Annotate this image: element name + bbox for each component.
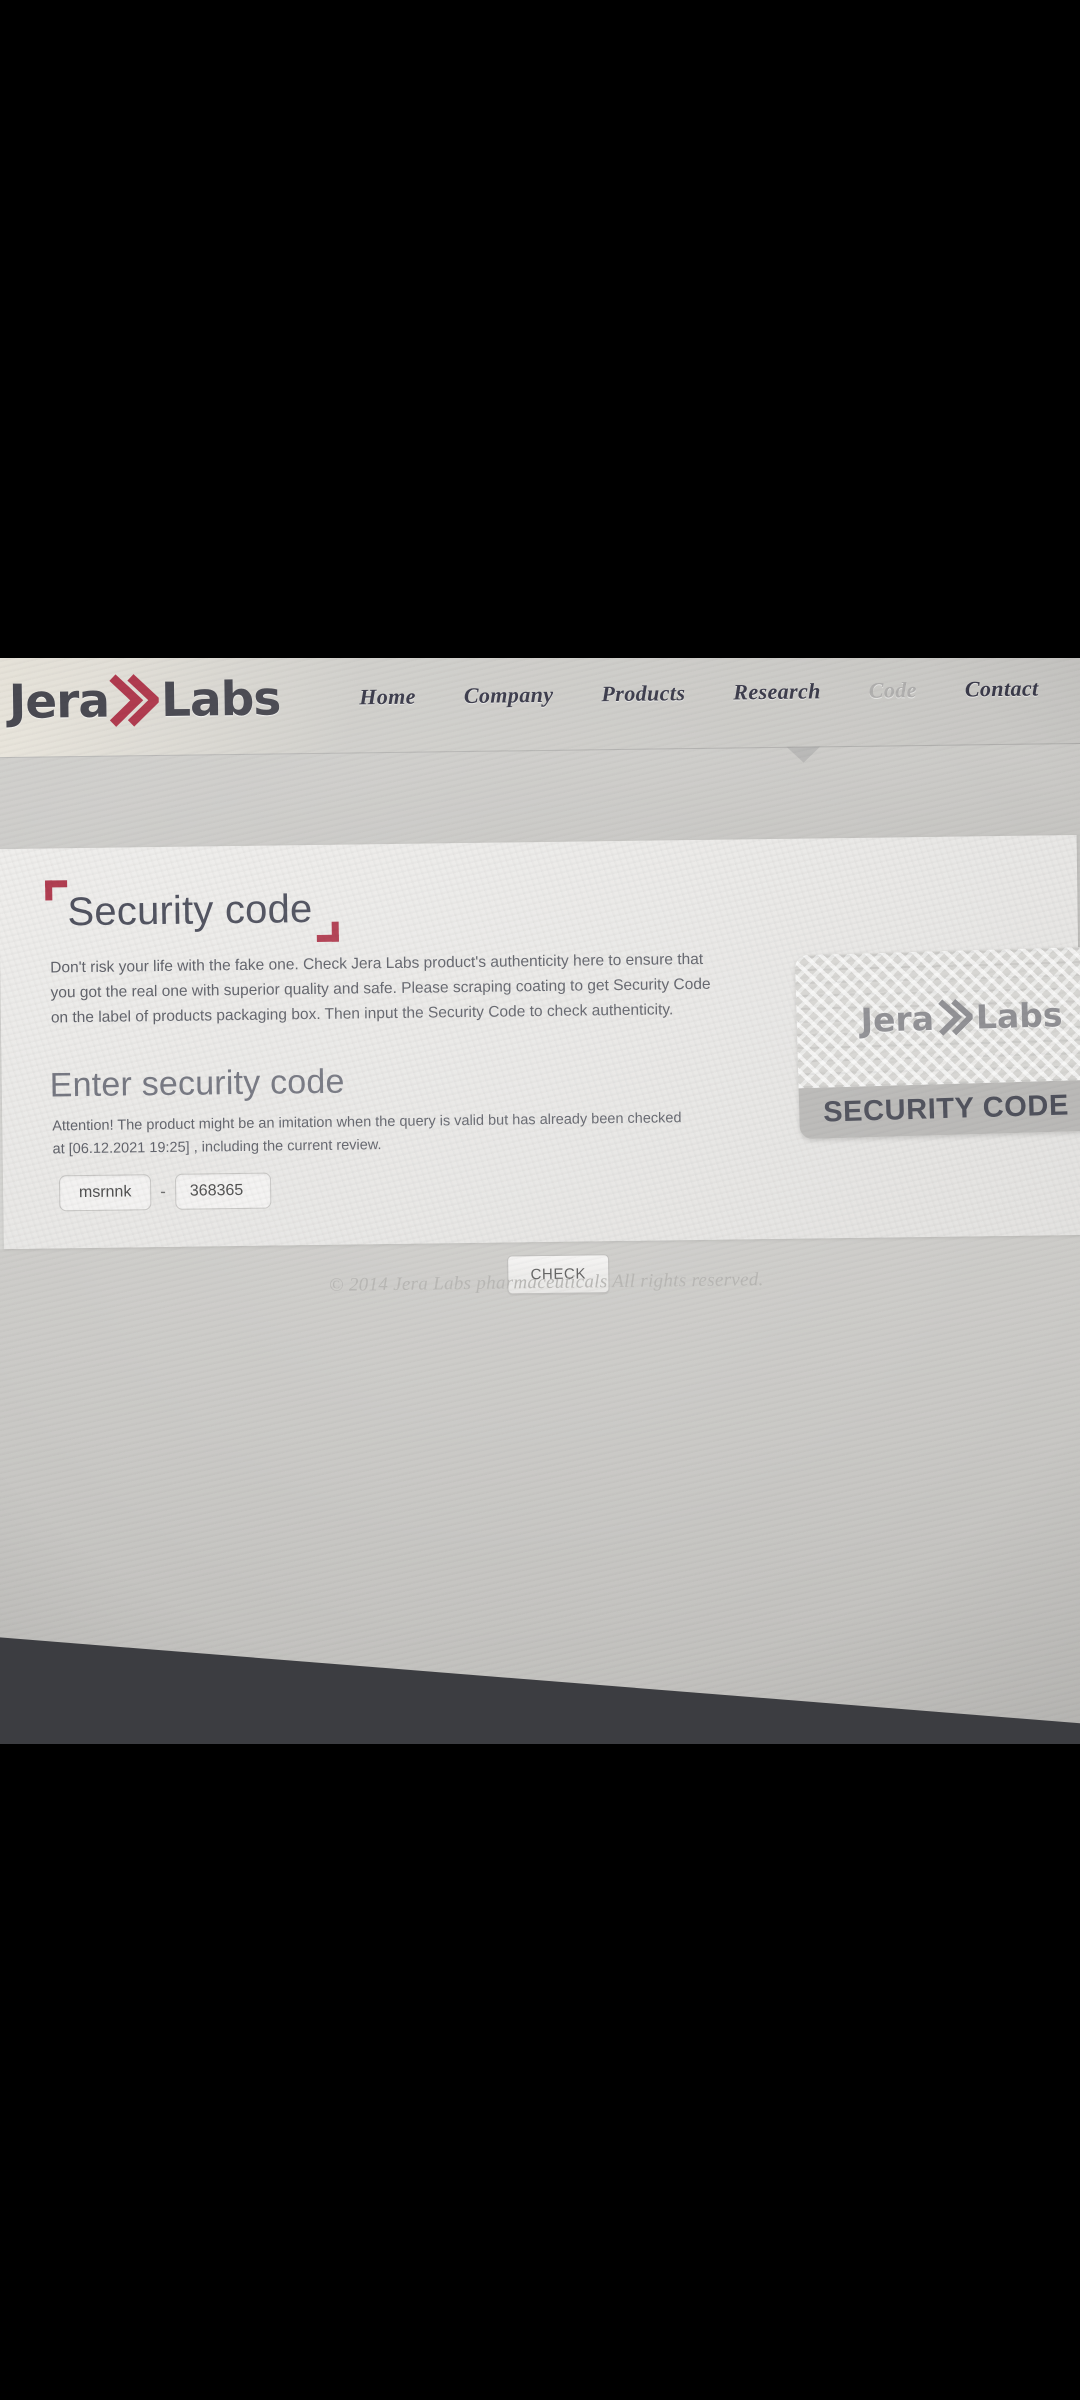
code-separator: -: [160, 1182, 166, 1202]
logo-text-first: Jera: [8, 673, 110, 730]
active-nav-indicator-icon: [786, 746, 821, 763]
security-code-sample-card: Jera Labs SECURITY CODE: [794, 945, 1080, 1140]
page-title: Security code: [67, 887, 313, 935]
scratch-coating-area: Jera Labs: [794, 945, 1080, 1089]
security-code-part1-input[interactable]: [58, 1174, 152, 1212]
security-code-row: -: [58, 1162, 1080, 1212]
browser-page: Jera Labs Home Company Products Research…: [0, 658, 1080, 1744]
photographed-screen: Jera Labs Home Company Products Research…: [0, 658, 1080, 1744]
page-background: [0, 1234, 1080, 1744]
security-code-band-label: SECURITY CODE: [822, 1089, 1070, 1129]
intro-paragraph: Don't risk your life with the fake one. …: [50, 950, 711, 1027]
page-title-block: Security code: [45, 880, 339, 942]
card-logo: Jera Labs: [860, 995, 1063, 1040]
nav-item-research[interactable]: Research: [709, 678, 845, 706]
main-navigation: Home Company Products Research Code Cont…: [335, 675, 1063, 711]
security-code-part2-input[interactable]: [174, 1172, 272, 1210]
nav-item-home[interactable]: Home: [335, 683, 440, 710]
corner-bracket-bottom-right-icon: [316, 921, 339, 942]
nav-item-code[interactable]: Code: [845, 677, 941, 704]
nav-item-contact[interactable]: Contact: [941, 675, 1063, 703]
site-logo[interactable]: Jera Labs: [8, 671, 280, 730]
logo-text-second: Labs: [160, 670, 281, 728]
nav-item-products[interactable]: Products: [577, 680, 709, 708]
attention-text: Attention! The product might be an imita…: [52, 1110, 682, 1158]
header-band: [0, 743, 1080, 851]
site-header: Jera Labs Home Company Products Research…: [0, 658, 1080, 758]
corner-bracket-top-left-icon: [45, 880, 68, 901]
card-logo-text-first: Jera: [860, 998, 935, 1040]
double-chevron-right-icon: [107, 673, 160, 728]
security-code-band: SECURITY CODE: [798, 1078, 1080, 1140]
double-chevron-right-icon: [936, 998, 974, 1037]
nav-item-company[interactable]: Company: [440, 682, 578, 710]
card-logo-text-second: Labs: [975, 994, 1063, 1037]
copyright-text: © 2014 Jera Labs pharmaceuticals All rig…: [328, 1269, 764, 1296]
